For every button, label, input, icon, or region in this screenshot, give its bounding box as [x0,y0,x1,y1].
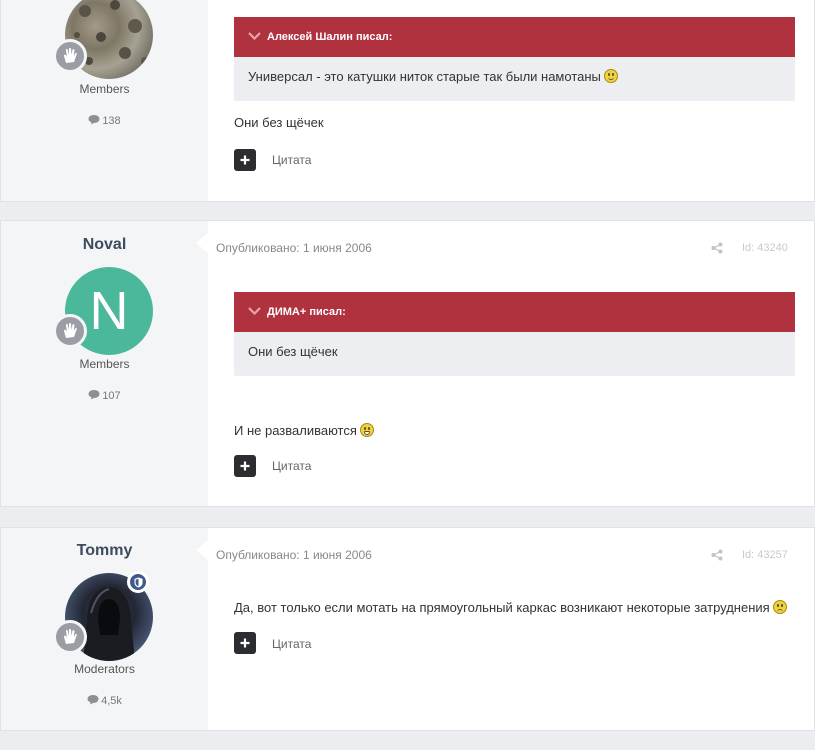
comment-icon [88,390,100,400]
post-2: Noval N Members 107 Опубликовано: 1 июня… [0,220,815,507]
hand-badge-icon [53,314,87,348]
quote-author: Алексей Шалин писал: [267,31,393,43]
hand-badge-icon [53,39,87,73]
post-count-value: 4,5k [101,695,122,707]
sad-icon [772,600,787,614]
post-count[interactable]: 107 [1,389,208,402]
post-3-body: Опубликовано: 1 июня 2006 Id: 43257 Да, … [208,528,814,730]
quote-button[interactable]: Цитата [272,459,311,473]
share-icon[interactable] [711,549,723,561]
post-count-value: 107 [102,390,121,402]
post-1-author-panel: Members 138 [1,0,208,201]
quote-button[interactable]: Цитата [272,153,311,167]
chevron-down-icon [248,32,261,41]
smile-icon [603,69,618,83]
post-id[interactable]: Id: 43240 [742,242,788,254]
post-text: И не разваливаются [234,423,374,438]
post-count[interactable]: 4,5k [1,694,208,707]
quote-text: Универсал - это катушки ниток старые так… [234,57,795,84]
post-2-author-panel: Noval N Members 107 [1,221,208,506]
plus-icon [240,638,250,648]
multiquote-button[interactable] [234,149,256,171]
quote-block: Алексей Шалин писал: Универсал - это кат… [234,17,795,101]
shield-icon [127,571,149,593]
quote-header[interactable]: ДИМА+ писал: [234,292,795,332]
post-date[interactable]: Опубликовано: 1 июня 2006 [216,548,372,562]
quote-button[interactable]: Цитата [272,637,311,651]
group-name: Members [79,82,130,96]
post-date[interactable]: Опубликовано: 1 июня 2006 [216,241,372,255]
group-name: Moderators [74,662,135,676]
post-3-author-panel: Tommy Moderators 4,5k [1,528,208,730]
username[interactable]: Noval [1,236,208,254]
quote-header[interactable]: Алексей Шалин писал: [234,17,795,57]
author-pointer [196,540,208,560]
quote-block: ДИМА+ писал: Они без щёчек [234,292,795,376]
post-text: Они без щёчек [234,115,324,130]
comment-icon [88,115,100,125]
post-1: Members 138 Алексей Шалин писал: Универс… [0,0,815,202]
post-2-body: Опубликовано: 1 июня 2006 Id: 43240 ДИМА… [208,221,814,506]
post-text: Да, вот только если мотать на прямоуголь… [234,600,787,615]
post-id[interactable]: Id: 43257 [742,549,788,561]
hand-badge-icon [53,620,87,654]
multiquote-button[interactable] [234,632,256,654]
share-icon[interactable] [711,242,723,254]
group-name: Members [79,357,130,371]
plus-icon [240,461,250,471]
post-count[interactable]: 138 [1,114,208,127]
username[interactable]: Tommy [1,542,208,560]
post-3: Tommy Moderators 4,5k Опубликовано: 1 ию… [0,527,815,731]
plus-icon [240,155,250,165]
multiquote-button[interactable] [234,455,256,477]
quote-text: Они без щёчек [248,344,338,359]
comment-icon [87,695,99,705]
post-1-body: Алексей Шалин писал: Универсал - это кат… [208,0,814,201]
avatar-letter: N [89,281,129,341]
author-pointer [196,233,208,253]
chevron-down-icon [248,307,261,316]
grin-icon [359,423,374,437]
quote-author: ДИМА+ писал: [267,306,346,318]
post-count-value: 138 [102,115,121,127]
